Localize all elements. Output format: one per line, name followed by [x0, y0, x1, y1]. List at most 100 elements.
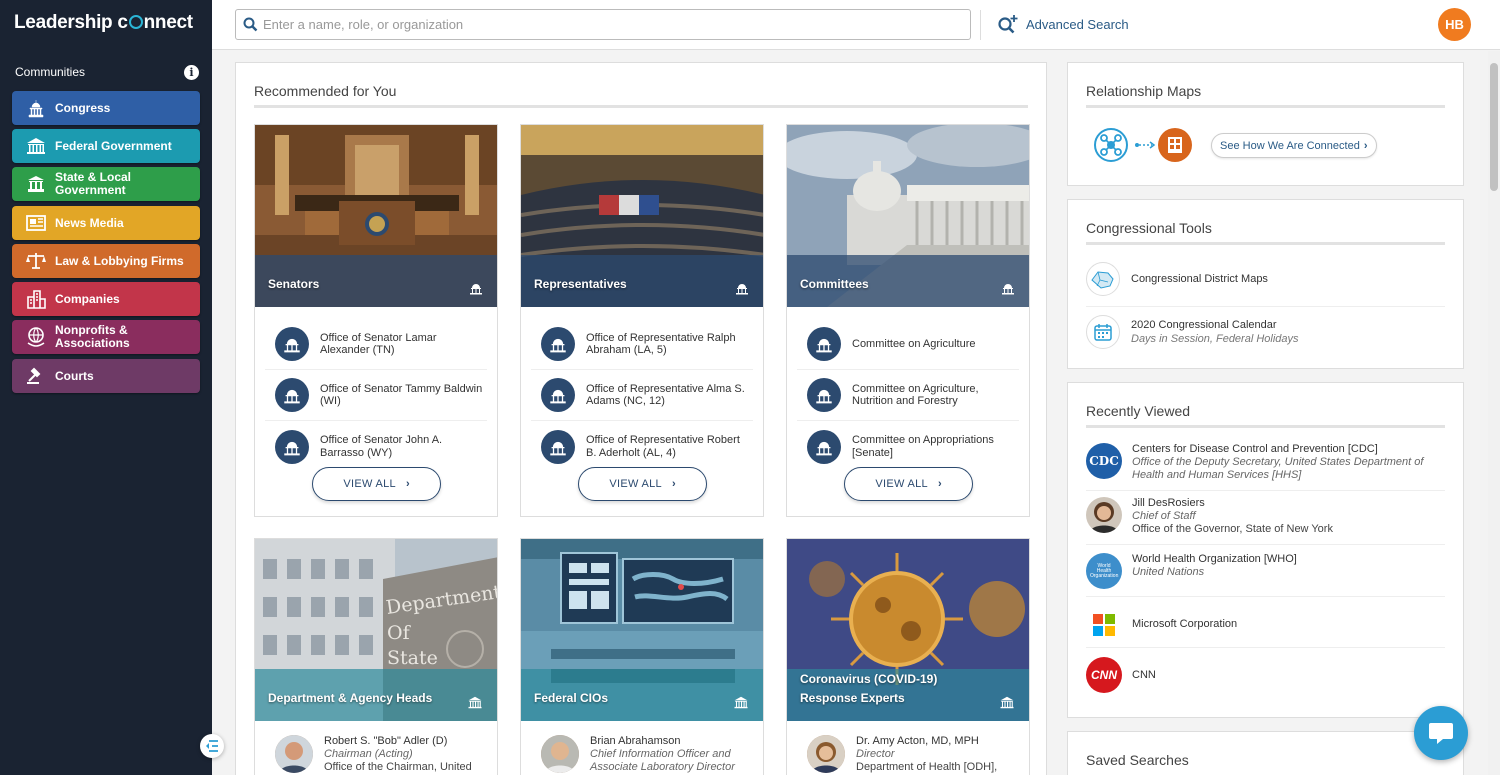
advanced-search-link[interactable]: Advanced Search: [997, 14, 1129, 34]
card-representatives[interactable]: Representatives Office of Representative…: [520, 124, 764, 517]
capitol-icon: [24, 97, 48, 119]
card-title: Representatives: [534, 277, 627, 291]
scrollbar[interactable]: [1488, 51, 1500, 775]
search-box[interactable]: [235, 9, 971, 40]
list-item[interactable]: Committee on Appropriations [Senate]: [797, 421, 1019, 472]
sidebar-item-news-media[interactable]: News Media: [12, 206, 200, 240]
card-federal-cios[interactable]: Federal CIOs Brian Abrahamson Chief Info…: [520, 538, 764, 775]
senators-image: Senators: [255, 125, 497, 307]
sidebar-item-label: News Media: [55, 215, 124, 230]
list-item[interactable]: Committee on Agriculture: [797, 319, 1019, 370]
card-title: Coronavirus (COVID-19) Response Experts: [800, 672, 938, 705]
recommended-title: Recommended for You: [254, 83, 397, 99]
card-title: Senators: [268, 277, 320, 291]
relationship-maps-panel: Relationship Maps See How We Are Connect…: [1067, 62, 1464, 186]
who-logo-icon: World Health Organization: [1086, 553, 1122, 589]
recent-name: Centers for Disease Control and Preventi…: [1132, 443, 1378, 455]
card-title: Committees: [800, 277, 869, 291]
recent-subtitle: Chief of Staff: [1132, 510, 1196, 522]
scrollbar-thumb[interactable]: [1490, 63, 1498, 191]
federal-building-icon: [1000, 696, 1014, 709]
tool-label: 2020 Congressional Calendar: [1131, 319, 1277, 331]
list-item[interactable]: Office of Senator Lamar Alexander (TN): [265, 319, 487, 370]
sidebar-item-label: Courts: [55, 368, 94, 383]
list-item-label: Office of Senator John A. Barrasso (WY): [320, 434, 443, 459]
list-item-label: Office of Representative Ralph Abraham (…: [586, 331, 736, 357]
saved-searches-title: Saved Searches: [1086, 752, 1189, 768]
tool-label: Congressional District Maps: [1131, 273, 1268, 285]
view-all-label: VIEW ALL: [875, 478, 928, 490]
list-item-label: Office of Representative Alma S. Adams (…: [586, 382, 745, 408]
button-label: See How We Are Connected: [1220, 139, 1360, 152]
list-item[interactable]: Office of Senator John A. Barrasso (WY): [265, 421, 487, 472]
chat-button[interactable]: [1414, 706, 1468, 760]
advanced-search-icon: [998, 15, 1018, 34]
card-coronavirus-experts[interactable]: Coronavirus (COVID-19) Response Experts …: [786, 538, 1030, 775]
chevron-right-icon: ›: [1363, 139, 1368, 152]
sidebar-item-companies[interactable]: Companies: [12, 282, 200, 316]
recent-item[interactable]: World Health Organization World Health O…: [1086, 553, 1445, 597]
chevron-right-icon: ›: [671, 478, 676, 490]
person-name: Robert S. "Bob" Adler (D): [324, 735, 448, 747]
view-all-label: VIEW ALL: [609, 478, 662, 490]
person-item[interactable]: Robert S. "Bob" Adler (D) Chairman (Acti…: [265, 735, 487, 775]
search-icon: [243, 17, 258, 32]
title-underline: [1086, 425, 1445, 428]
person-photo: [541, 735, 579, 773]
list-item-label: Office of Senator Tammy Baldwin (WI): [320, 382, 483, 408]
person-name: Dr. Amy Acton, MD, MPH: [856, 735, 979, 747]
user-avatar[interactable]: HB: [1438, 8, 1471, 41]
tool-congressional-calendar[interactable]: 2020 Congressional Calendar Days in Sess…: [1086, 314, 1445, 350]
sidebar-item-label: State & Local Government: [55, 170, 132, 197]
federal-building-icon: [468, 696, 482, 709]
sidebar-item-federal-government[interactable]: Federal Government: [12, 129, 200, 163]
person-org: Associate Laboratory Director: [590, 761, 735, 773]
scales-icon: [24, 250, 48, 272]
recent-item[interactable]: Jill DesRosiers Chief of Staff Office of…: [1086, 497, 1445, 545]
congressional-tools-title: Congressional Tools: [1086, 220, 1212, 236]
recent-subtitle: United Nations: [1132, 566, 1205, 578]
advanced-search-label: Advanced Search: [1026, 16, 1129, 32]
title-underline: [254, 105, 1028, 108]
recent-item[interactable]: CDC Centers for Disease Control and Prev…: [1086, 443, 1445, 491]
search-input[interactable]: [263, 17, 943, 32]
divider: [1086, 306, 1445, 307]
person-item[interactable]: Brian Abrahamson Chief Information Offic…: [531, 735, 753, 775]
sidebar-item-law-lobbying[interactable]: Law & Lobbying Firms: [12, 244, 200, 278]
capitol-badge-icon: [541, 429, 575, 464]
person-item[interactable]: Dr. Amy Acton, MD, MPH Director Departme…: [797, 735, 1019, 775]
sidebar-item-state-local-government[interactable]: State & Local Government: [12, 167, 200, 201]
recent-item[interactable]: Microsoft Corporation: [1086, 602, 1445, 648]
sidebar-item-label: Law & Lobbying Firms: [55, 253, 184, 268]
federal-building-icon: [24, 135, 48, 157]
see-how-connected-button[interactable]: See How We Are Connected ›: [1211, 133, 1377, 158]
view-all-label: VIEW ALL: [343, 478, 396, 490]
sidebar-item-nonprofits[interactable]: Nonprofits & Associations: [12, 320, 200, 354]
list-item[interactable]: Office of Representative Robert B. Aderh…: [531, 421, 753, 472]
cnn-logo-icon: CNN: [1086, 657, 1122, 693]
chat-bubble-icon: [1429, 723, 1453, 744]
top-bar: Advanced Search HB: [212, 0, 1500, 50]
list-item[interactable]: Office of Senator Tammy Baldwin (WI): [265, 370, 487, 421]
card-department-agency-heads[interactable]: Department Of State Department & Agency …: [254, 538, 498, 775]
svg-text:State: State: [387, 647, 438, 669]
logo[interactable]: Leadership c nnect: [14, 12, 193, 34]
view-all-button[interactable]: VIEW ALL ›: [578, 467, 707, 501]
view-all-button[interactable]: VIEW ALL ›: [312, 467, 441, 501]
list-item-label: Committee on Agriculture: [852, 337, 976, 350]
cdc-logo-icon: CDC: [1086, 443, 1122, 479]
sidebar-item-congress[interactable]: Congress: [12, 91, 200, 125]
federal-cios-image: Federal CIOs: [521, 539, 763, 721]
card-senators[interactable]: Senators Office of Senator Lamar Alexand…: [254, 124, 498, 517]
list-item[interactable]: Committee on Agriculture, Nutrition and …: [797, 370, 1019, 421]
view-all-button[interactable]: VIEW ALL ›: [844, 467, 973, 501]
committees-image: Committees: [787, 125, 1029, 307]
list-item[interactable]: Office of Representative Alma S. Adams (…: [531, 370, 753, 421]
recent-item[interactable]: CNN CNN: [1086, 653, 1445, 697]
collapse-sidebar-button[interactable]: [200, 734, 224, 758]
card-committees[interactable]: Committees Committee on Agriculture Comm…: [786, 124, 1030, 517]
info-icon[interactable]: i: [184, 65, 199, 80]
list-item[interactable]: Office of Representative Ralph Abraham (…: [531, 319, 753, 370]
tool-district-maps[interactable]: Congressional District Maps: [1086, 261, 1445, 297]
sidebar-item-courts[interactable]: Courts: [12, 359, 200, 393]
